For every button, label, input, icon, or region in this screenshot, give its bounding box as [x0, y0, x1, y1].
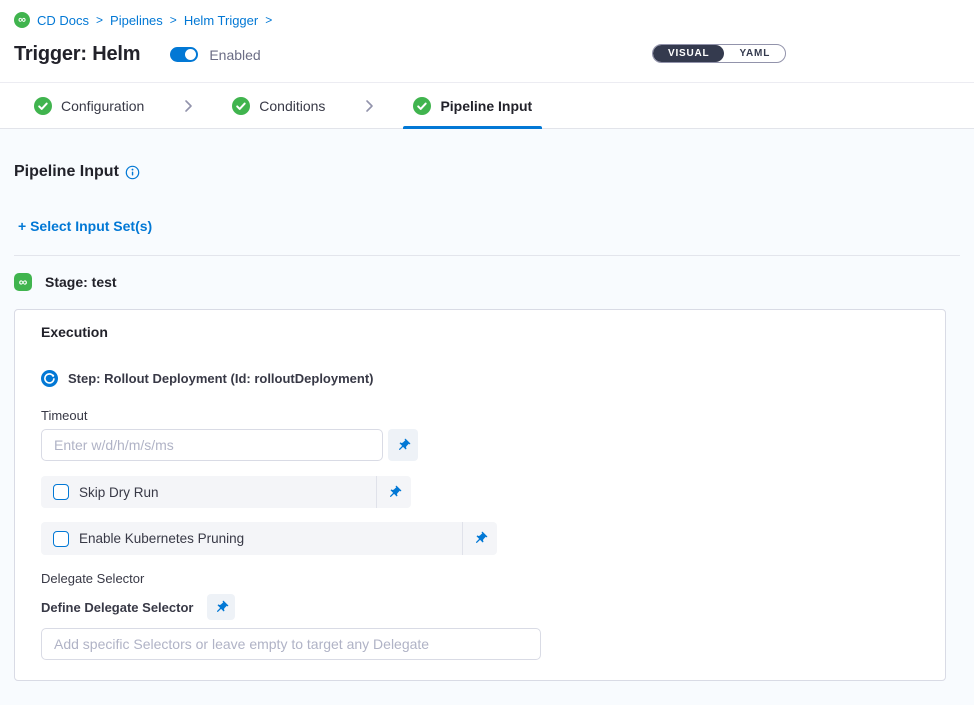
chevron-right-icon	[362, 83, 376, 128]
breadcrumb-link-pipelines[interactable]: Pipelines	[110, 13, 163, 28]
breadcrumb-separator: >	[170, 13, 177, 27]
tab-label: Configuration	[61, 98, 144, 114]
skip-dry-run-checkbox[interactable]	[53, 484, 69, 500]
info-icon[interactable]	[125, 165, 140, 180]
yaml-mode-button[interactable]: YAML	[724, 45, 785, 62]
enabled-toggle[interactable]	[170, 47, 198, 62]
visual-mode-button[interactable]: VISUAL	[653, 45, 724, 62]
breadcrumb-separator: >	[265, 13, 272, 27]
pin-icon	[383, 481, 404, 502]
check-circle-icon	[34, 97, 52, 115]
tab-label: Pipeline Input	[440, 98, 532, 114]
rollout-step-icon	[41, 370, 58, 387]
wizard-tab-bar: Configuration Conditions Pipeline Input	[0, 82, 974, 129]
section-divider	[14, 255, 960, 256]
breadcrumb-link-cd-docs[interactable]: CD Docs	[37, 13, 89, 28]
breadcrumb: ∞ CD Docs > Pipelines > Helm Trigger >	[14, 12, 974, 28]
skip-dry-run-pin-button[interactable]	[377, 476, 411, 508]
tab-configuration[interactable]: Configuration	[24, 83, 154, 128]
chevron-right-icon	[181, 83, 195, 128]
page-header: ∞ CD Docs > Pipelines > Helm Trigger > T…	[0, 0, 974, 82]
pin-icon	[211, 596, 232, 617]
visual-yaml-switch: VISUAL YAML	[652, 44, 786, 63]
delegate-selectors-input[interactable]	[41, 628, 541, 660]
pin-icon	[469, 528, 490, 549]
delegate-selector-label: Delegate Selector	[41, 571, 919, 586]
delegate-selector-pin-button[interactable]	[207, 594, 235, 620]
check-circle-icon	[232, 97, 250, 115]
breadcrumb-link-helm-trigger[interactable]: Helm Trigger	[184, 13, 258, 28]
stage-cd-icon: ∞	[14, 273, 32, 291]
skip-dry-run-row: Skip Dry Run	[41, 476, 411, 508]
enabled-label: Enabled	[209, 47, 260, 63]
page-title: Trigger: Helm	[14, 43, 140, 66]
stage-row: ∞ Stage: test	[14, 268, 974, 296]
enable-kubernetes-pruning-row: Enable Kubernetes Pruning	[41, 522, 497, 555]
harness-cd-icon: ∞	[14, 12, 30, 28]
tab-label: Conditions	[259, 98, 325, 114]
timeout-label: Timeout	[41, 408, 919, 423]
pipeline-input-panel: Pipeline Input + Select Input Set(s) ∞ S…	[0, 129, 974, 705]
check-circle-icon	[413, 97, 431, 115]
step-label: Step: Rollout Deployment (Id: rolloutDep…	[68, 371, 374, 386]
tab-pipeline-input[interactable]: Pipeline Input	[403, 83, 542, 128]
step-row: Step: Rollout Deployment (Id: rolloutDep…	[41, 370, 919, 387]
define-delegate-selector-label: Define Delegate Selector	[41, 600, 193, 615]
pipeline-input-heading: Pipeline Input	[14, 163, 119, 181]
skip-dry-run-label: Skip Dry Run	[79, 485, 376, 500]
enable-kubernetes-pruning-label: Enable Kubernetes Pruning	[79, 531, 462, 546]
enable-kubernetes-pruning-checkbox[interactable]	[53, 531, 69, 547]
trigger-page: ∞ CD Docs > Pipelines > Helm Trigger > T…	[0, 0, 974, 709]
tab-conditions[interactable]: Conditions	[222, 83, 335, 128]
execution-card: Execution Step: Rollout Deployment (Id: …	[14, 309, 946, 681]
section-heading-row: Pipeline Input	[14, 163, 974, 181]
timeout-input[interactable]	[41, 429, 383, 461]
breadcrumb-separator: >	[96, 13, 103, 27]
timeout-field-row	[41, 429, 919, 461]
title-row: Trigger: Helm Enabled	[14, 43, 974, 82]
timeout-pin-button[interactable]	[388, 429, 418, 461]
toggle-knob	[185, 49, 196, 60]
execution-title: Execution	[41, 324, 919, 340]
define-delegate-selector-row: Define Delegate Selector	[41, 594, 919, 620]
select-input-sets-link[interactable]: + Select Input Set(s)	[18, 218, 152, 234]
pin-icon	[392, 434, 413, 455]
enable-kubernetes-pruning-pin-button[interactable]	[463, 523, 497, 555]
stage-label: Stage: test	[45, 274, 117, 290]
